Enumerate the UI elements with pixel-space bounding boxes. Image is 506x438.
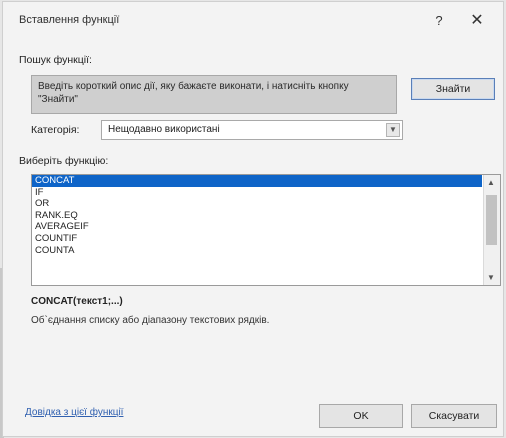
scroll-up-icon[interactable]: ▲	[487, 178, 495, 187]
close-icon[interactable]: ✕	[466, 10, 488, 32]
help-icon[interactable]: ?	[429, 10, 449, 32]
list-item[interactable]: CONCAT	[32, 175, 482, 187]
category-label: Категорія:	[31, 124, 80, 136]
list-item[interactable]: COUNTA	[32, 245, 500, 257]
find-button[interactable]: Знайти	[411, 78, 495, 100]
dialog-title: Вставлення функції	[19, 14, 120, 26]
function-list-label: Виберіть функцію:	[19, 155, 109, 167]
title-bar: Вставлення функції ? ✕	[3, 2, 503, 40]
list-item[interactable]: OR	[32, 198, 500, 210]
chevron-down-icon[interactable]: ▼	[386, 123, 400, 137]
search-label: Пошук функції:	[19, 54, 92, 66]
ok-button[interactable]: OK	[319, 404, 403, 428]
list-item[interactable]: IF	[32, 187, 500, 199]
insert-function-dialog: Вставлення функції ? ✕ Пошук функції: Вв…	[2, 1, 504, 437]
function-description: Об`єднання списку або діапазону текстови…	[31, 315, 270, 326]
scroll-down-icon[interactable]: ▼	[487, 273, 495, 282]
list-scrollbar[interactable]: ▲ ▼	[483, 175, 500, 285]
list-item[interactable]: COUNTIF	[32, 233, 500, 245]
category-select[interactable]: Нещодавно використані ▼	[101, 120, 403, 140]
function-list[interactable]: CONCAT IF OR RANK.EQ AVERAGEIF COUNTIF C…	[31, 174, 501, 286]
function-signature: CONCAT(текст1;...)	[31, 296, 123, 307]
help-link[interactable]: Довідка з цієї функції	[25, 407, 123, 418]
scroll-thumb[interactable]	[486, 195, 497, 245]
category-selected-value: Нещодавно використані	[108, 124, 220, 135]
list-item[interactable]: RANK.EQ	[32, 210, 500, 222]
cancel-button[interactable]: Скасувати	[411, 404, 497, 428]
list-item[interactable]: AVERAGEIF	[32, 221, 500, 233]
search-input[interactable]: Введіть короткий опис дії, яку бажаєте в…	[31, 75, 397, 114]
